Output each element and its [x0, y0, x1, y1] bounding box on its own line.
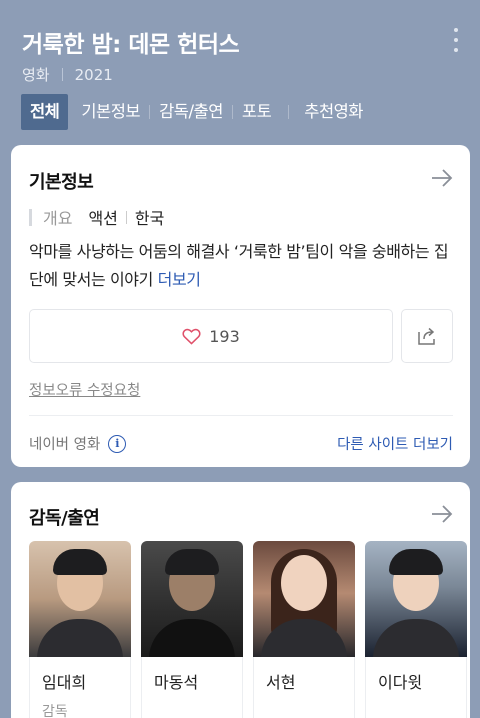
synopsis-more-link[interactable]: 더보기 — [158, 270, 201, 289]
source-info: 네이버 영화 i — [29, 433, 127, 454]
overview-divider — [125, 210, 127, 224]
tab-divider — [231, 105, 233, 119]
heart-icon — [182, 328, 201, 345]
synopsis: 악마를 사냥하는 어둠의 해결사 ‘거룩한 밤’팀이 악을 숭배하는 집단에 맞… — [29, 238, 457, 294]
tab-divider — [288, 105, 290, 119]
arrow-right-icon[interactable] — [430, 504, 454, 524]
share-icon — [418, 327, 435, 345]
overview-row: 개요 액션 한국 — [29, 205, 164, 229]
tab-all[interactable]: 전체 — [21, 94, 69, 130]
tab-photo[interactable]: 포토 — [242, 94, 279, 130]
person-photo — [29, 541, 131, 657]
person-photo — [253, 541, 355, 657]
synopsis-text: 악마를 사냥하는 어둠의 해결사 ‘거룩한 밤’팀이 악을 숭배하는 집단에 맞… — [29, 242, 449, 289]
cast-list: 임대희 감독 마동석 서현 이다윗 — [29, 541, 477, 718]
cast-item[interactable]: 서현 — [253, 541, 355, 718]
country-value: 한국 — [134, 209, 165, 228]
person-photo — [365, 541, 467, 657]
page-title: 거룩한 밤: 데몬 헌터스 — [22, 32, 240, 58]
info-icon[interactable]: i — [108, 434, 127, 453]
tab-basic-info[interactable]: 기본정보 — [81, 94, 140, 130]
overview-label: 개요 — [43, 209, 73, 228]
movie-meta: 영화 2021 — [22, 64, 113, 85]
basic-info-card: 기본정보 개요 액션 한국 악마를 사냥하는 어둠의 해결사 ‘거룩한 밤’팀이… — [11, 145, 470, 467]
like-button[interactable]: 193 — [29, 309, 393, 363]
tab-bar: 전체 기본정보 감독/출연 포토 추천영화 — [21, 94, 363, 130]
arrow-right-icon[interactable] — [430, 168, 454, 188]
cast-card: 감독/출연 임대희 감독 마동석 서현 이다윗 — [11, 482, 470, 718]
tab-recommended[interactable]: 추천영화 — [298, 94, 363, 130]
tab-divider — [74, 105, 75, 119]
person-info: 서현 — [253, 657, 355, 718]
divider — [29, 415, 453, 416]
cast-item[interactable]: 이다윗 — [365, 541, 467, 718]
genre-value: 액션 — [88, 209, 118, 228]
cast-item[interactable]: 임대희 감독 — [29, 541, 131, 718]
cast-item[interactable]: 마동석 — [141, 541, 243, 718]
person-info: 이다윗 — [365, 657, 467, 718]
person-name: 이다윗 — [378, 673, 423, 692]
basic-info-title[interactable]: 기본정보 — [29, 168, 94, 194]
header: 거룩한 밤: 데몬 헌터스 영화 2021 전체 기본정보 감독/출연 포토 추… — [0, 0, 480, 140]
cast-title[interactable]: 감독/출연 — [29, 504, 100, 530]
like-count: 193 — [209, 326, 240, 346]
person-info: 마동석 — [141, 657, 243, 718]
category-label: 영화 — [22, 66, 50, 84]
meta-divider — [61, 68, 63, 81]
tab-cast[interactable]: 감독/출연 — [159, 94, 223, 130]
share-button[interactable] — [401, 309, 453, 363]
person-role: 감독 — [42, 704, 68, 718]
person-info: 임대희 감독 — [29, 657, 131, 718]
person-name: 마동석 — [154, 673, 199, 692]
overview-bar — [29, 208, 32, 226]
source-label: 네이버 영화 — [29, 437, 101, 453]
tab-divider — [149, 105, 151, 119]
person-photo — [141, 541, 243, 657]
report-error-link[interactable]: 정보오류 수정요청 — [29, 379, 140, 400]
person-name: 임대희 — [42, 673, 87, 692]
more-options-icon[interactable] — [452, 28, 460, 52]
year-label: 2021 — [74, 65, 113, 84]
person-name: 서현 — [266, 673, 296, 692]
other-sites-link[interactable]: 다른 사이트 더보기 — [337, 433, 453, 454]
